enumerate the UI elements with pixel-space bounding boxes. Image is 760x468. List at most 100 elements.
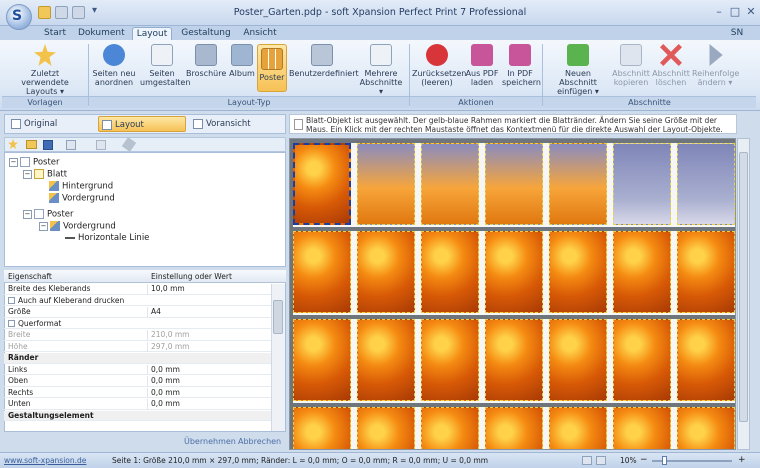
tile-photo[interactable] <box>293 319 351 401</box>
maximize-icon[interactable]: □ <box>728 5 742 19</box>
property-scroll-thumb[interactable] <box>273 300 283 334</box>
tree-node-poster-2[interactable]: − Poster <box>23 209 74 221</box>
tab-dokument[interactable]: Dokument <box>78 27 125 40</box>
poster-tile[interactable] <box>549 407 615 449</box>
zoom-slider-thumb[interactable] <box>662 456 667 465</box>
multiple-sections-button[interactable]: Mehrere Abschnitte ▾ <box>358 44 404 96</box>
tile-photo[interactable] <box>293 407 351 449</box>
tree-node-horizontal-line[interactable]: Horizontale Linie <box>65 233 149 244</box>
tile-photo[interactable] <box>549 407 607 449</box>
poster-tile[interactable] <box>485 407 551 449</box>
minimize-icon[interactable]: – <box>712 5 726 19</box>
tile-photo[interactable] <box>293 231 351 313</box>
view-original-button[interactable]: Original <box>8 116 92 132</box>
canvas-scroll-thumb[interactable] <box>739 152 748 422</box>
tree-node-vordergrund[interactable]: Vordergrund <box>49 193 115 205</box>
tile-photo[interactable] <box>549 231 607 313</box>
close-icon[interactable]: ✕ <box>744 5 758 19</box>
property-row[interactable]: Größe A4 <box>4 307 272 318</box>
checkbox[interactable] <box>8 297 15 304</box>
insert-section-button[interactable]: Neuen Abschnitt einfügen ▾ <box>546 44 610 96</box>
apply-link[interactable]: Übernehmen <box>184 437 236 446</box>
property-category[interactable]: Ränder <box>4 353 272 364</box>
tile-photo[interactable] <box>677 407 735 449</box>
tile-photo[interactable] <box>677 143 735 225</box>
fit-width-icon[interactable] <box>596 456 606 465</box>
poster-tile[interactable] <box>357 407 423 449</box>
properties-icon[interactable] <box>66 140 76 150</box>
help-button[interactable]: SN <box>728 27 746 40</box>
cancel-link[interactable]: Abbrechen <box>238 437 281 446</box>
website-link[interactable]: www.soft-xpansion.de <box>4 453 86 468</box>
poster-tile[interactable] <box>677 231 735 315</box>
tree-node-blatt[interactable]: − Blatt <box>23 169 67 181</box>
tree-node-poster[interactable]: − Poster <box>9 157 60 169</box>
tile-photo[interactable] <box>549 319 607 401</box>
poster-tile[interactable] <box>613 143 679 227</box>
poster-tile[interactable] <box>549 319 615 403</box>
tile-photo[interactable] <box>613 319 671 401</box>
save-icon[interactable] <box>43 140 53 150</box>
property-row[interactable]: Breite des Kleberands 10,0 mm <box>4 284 272 295</box>
tile-photo[interactable] <box>421 231 479 313</box>
property-category[interactable]: Gestaltungselement <box>4 410 272 422</box>
rearrange-pages-button[interactable]: Seiten neu anordnen <box>92 44 136 87</box>
poster-tile[interactable] <box>549 231 615 315</box>
tile-photo[interactable] <box>613 143 671 225</box>
custom-layout-button[interactable]: Benutzerdefiniert <box>289 44 359 78</box>
tile-photo[interactable] <box>421 407 479 449</box>
property-row[interactable]: Auch auf Kleberand drucken <box>4 296 272 307</box>
delete-section-button[interactable]: Abschnitt löschen <box>652 44 690 87</box>
property-row[interactable]: Links 0,0 mm <box>4 364 272 376</box>
tab-gestaltung[interactable]: Gestaltung <box>180 27 232 40</box>
tab-start[interactable]: Start <box>40 27 70 40</box>
fit-page-icon[interactable] <box>582 456 592 465</box>
poster-tile[interactable] <box>357 143 423 227</box>
poster-tile[interactable] <box>293 143 359 227</box>
poster-tile[interactable] <box>293 319 359 403</box>
tree-node-hintergrund[interactable]: Hintergrund <box>49 181 113 193</box>
property-row[interactable]: Oben 0,0 mm <box>4 376 272 387</box>
tab-ansicht[interactable]: Ansicht <box>240 27 280 40</box>
load-from-pdf-button[interactable]: Aus PDF laden <box>464 44 500 87</box>
tile-photo[interactable] <box>357 407 415 449</box>
tile-photo[interactable] <box>677 231 735 313</box>
view-preview-button[interactable]: Voransicht <box>190 116 280 132</box>
tile-photo[interactable] <box>293 143 351 225</box>
poster-tile[interactable] <box>613 231 679 315</box>
poster-tile[interactable] <box>421 319 487 403</box>
reorder-button[interactable]: Reihenfolge ändern ▾ <box>692 44 739 87</box>
poster-tile[interactable] <box>421 143 487 227</box>
brochure-button[interactable]: Broschüre <box>186 44 226 78</box>
poster-tile[interactable] <box>293 231 359 315</box>
poster-tile[interactable] <box>677 319 735 403</box>
poster-tile[interactable] <box>485 231 551 315</box>
tile-photo[interactable] <box>485 319 543 401</box>
tile-photo[interactable] <box>677 319 735 401</box>
poster-tile[interactable] <box>549 143 615 227</box>
save-to-pdf-button[interactable]: In PDF speichern <box>502 44 541 87</box>
reset-button[interactable]: Zurücksetzen (leeren) <box>412 44 466 87</box>
folder-icon[interactable] <box>26 140 37 149</box>
poster-tile[interactable] <box>613 319 679 403</box>
zoom-out-icon[interactable]: − <box>640 453 648 468</box>
album-button[interactable]: Album <box>228 44 256 78</box>
poster-button[interactable]: Poster <box>257 44 287 92</box>
tile-photo[interactable] <box>357 143 415 225</box>
poster-tile[interactable] <box>421 231 487 315</box>
reshape-pages-button[interactable]: Seiten umgestalten <box>140 44 190 87</box>
recent-layouts-button[interactable]: Zuletzt verwendete Layouts ▾ <box>6 44 84 96</box>
tile-photo[interactable] <box>421 143 479 225</box>
tile-photo[interactable] <box>485 143 543 225</box>
poster-tile[interactable] <box>677 143 735 227</box>
layout-canvas[interactable] <box>289 138 736 450</box>
view-layout-button[interactable]: Layout <box>98 116 186 132</box>
poster-tile[interactable] <box>613 407 679 449</box>
poster-tile[interactable] <box>485 319 551 403</box>
tile-photo[interactable] <box>549 143 607 225</box>
tile-photo[interactable] <box>613 231 671 313</box>
tile-photo[interactable] <box>485 231 543 313</box>
tile-photo[interactable] <box>485 407 543 449</box>
checkbox[interactable] <box>8 320 15 327</box>
tile-photo[interactable] <box>421 319 479 401</box>
